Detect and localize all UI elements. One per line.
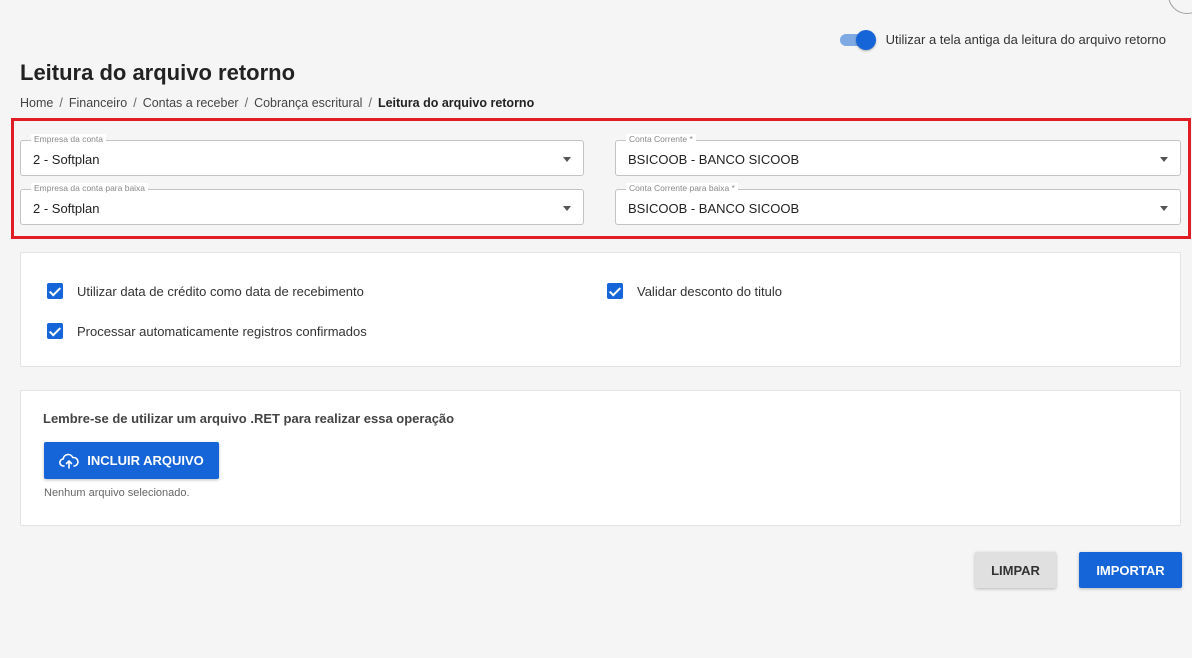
conta-corrente-select[interactable]: Conta Corrente * BSICOOB - BANCO SICOOB	[615, 134, 1181, 176]
breadcrumb-current: Leitura do arquivo retorno	[377, 96, 535, 110]
upload-status: Nenhum arquivo selecionado.	[44, 487, 190, 499]
breadcrumb-cobranca[interactable]: Cobrança escritural	[254, 96, 362, 110]
empresa-baixa-label: Empresa da conta para baixa	[31, 183, 149, 194]
breadcrumb-contas-receber[interactable]: Contas a receber	[143, 96, 239, 110]
old-screen-toggle-row: Utilizar a tela antiga da leitura do arq…	[839, 30, 1166, 50]
conta-baixa-value: BSICOOB - BANCO SICOOB	[628, 201, 800, 216]
breadcrumb-separator: /	[368, 96, 372, 110]
conta-baixa-select[interactable]: Conta Corrente para baixa * BSICOOB - BA…	[615, 183, 1181, 225]
cloud-upload-icon	[59, 453, 79, 469]
validar-desconto-option[interactable]: Validar desconto do titulo	[607, 283, 782, 299]
clear-button[interactable]: LIMPAR	[975, 552, 1056, 588]
conta-corrente-value: BSICOOB - BANCO SICOOB	[628, 152, 800, 167]
breadcrumb-separator: /	[244, 96, 249, 110]
breadcrumb: Home / Financeiro / Contas a receber / C…	[20, 96, 534, 110]
upload-card: Lembre-se de utilizar um arquivo .RET pa…	[20, 390, 1181, 526]
validar-desconto-label: Validar desconto do titulo	[637, 283, 783, 299]
data-credito-option[interactable]: Utilizar data de crédito como data de re…	[47, 283, 364, 299]
processar-auto-label: Processar automaticamente registros conf…	[77, 323, 367, 339]
empresa-conta-value: 2 - Softplan	[33, 152, 100, 167]
dropdown-caret-icon[interactable]	[1160, 206, 1168, 211]
validar-desconto-checkbox[interactable]	[607, 283, 623, 299]
corner-avatar[interactable]	[1168, 0, 1192, 14]
old-screen-toggle-label: Utilizar a tela antiga da leitura do arq…	[885, 31, 1166, 47]
dropdown-caret-icon[interactable]	[563, 157, 571, 162]
old-screen-toggle[interactable]	[839, 30, 876, 50]
page-title: Leitura do arquivo retorno	[20, 60, 296, 85]
conta-baixa-label: Conta Corrente para baixa *	[626, 183, 738, 194]
include-file-button[interactable]: INCLUIR ARQUIVO	[44, 442, 219, 479]
include-file-label: INCLUIR ARQUIVO	[87, 453, 204, 468]
import-button[interactable]: IMPORTAR	[1079, 552, 1182, 588]
empresa-baixa-select[interactable]: Empresa da conta para baixa 2 - Softplan	[20, 183, 584, 225]
toggle-thumb	[855, 30, 876, 50]
dropdown-caret-icon[interactable]	[1160, 157, 1168, 162]
options-card: Utilizar data de crédito como data de re…	[20, 252, 1181, 367]
conta-corrente-label: Conta Corrente *	[626, 134, 696, 145]
breadcrumb-home[interactable]: Home	[20, 96, 53, 110]
processar-auto-checkbox[interactable]	[47, 323, 63, 339]
data-credito-checkbox[interactable]	[47, 283, 63, 299]
empresa-conta-label: Empresa da conta	[31, 134, 106, 145]
processar-auto-option[interactable]: Processar automaticamente registros conf…	[47, 323, 367, 339]
dropdown-caret-icon[interactable]	[563, 206, 571, 211]
breadcrumb-separator: /	[133, 96, 137, 110]
empresa-baixa-value: 2 - Softplan	[33, 201, 100, 216]
upload-hint: Lembre-se de utilizar um arquivo .RET pa…	[43, 411, 455, 426]
breadcrumb-financeiro[interactable]: Financeiro	[69, 96, 127, 110]
data-credito-label: Utilizar data de crédito como data de re…	[77, 283, 364, 299]
breadcrumb-separator: /	[59, 96, 63, 110]
empresa-conta-select[interactable]: Empresa da conta 2 - Softplan	[20, 134, 584, 176]
